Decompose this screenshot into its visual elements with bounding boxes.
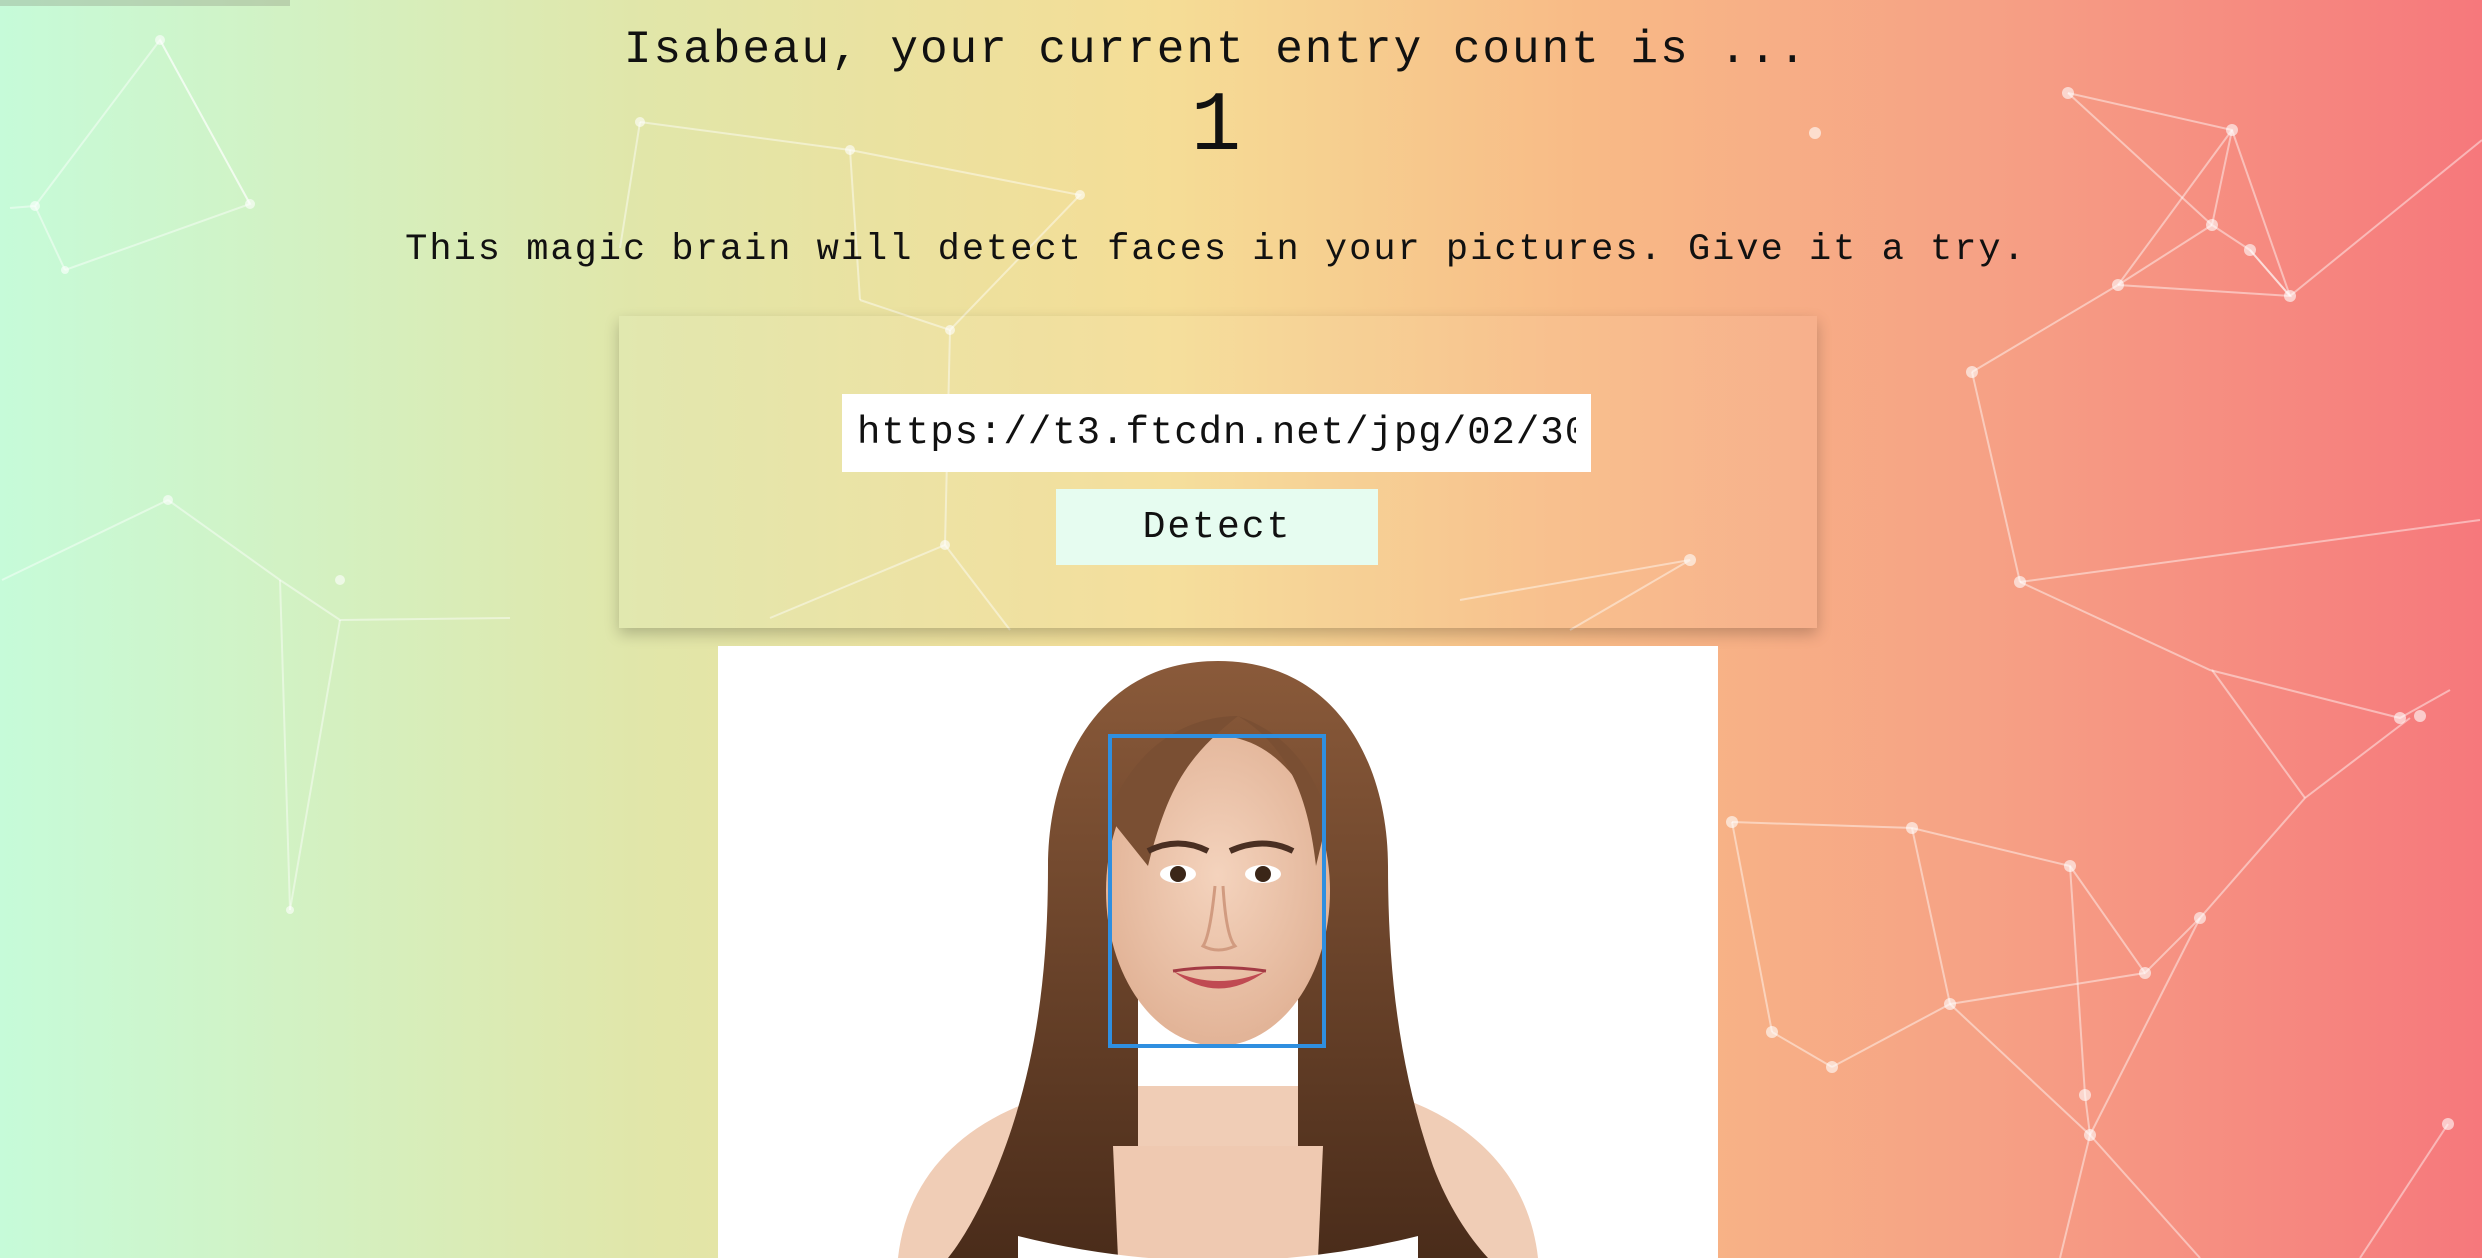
entry-count-value: 1 xyxy=(1190,80,1242,175)
entry-count-greeting: Isabeau, your current entry count is ... xyxy=(623,24,1809,76)
face-recognition-image xyxy=(718,646,1718,1258)
image-link-form xyxy=(619,316,1817,628)
image-url-input[interactable] xyxy=(842,394,1591,472)
tagline: This magic brain will detect faces in yo… xyxy=(405,229,2027,271)
top-left-tab-edge xyxy=(0,0,290,6)
face-bounding-box xyxy=(1108,734,1326,1048)
detect-button[interactable]: Detect xyxy=(1056,489,1378,565)
